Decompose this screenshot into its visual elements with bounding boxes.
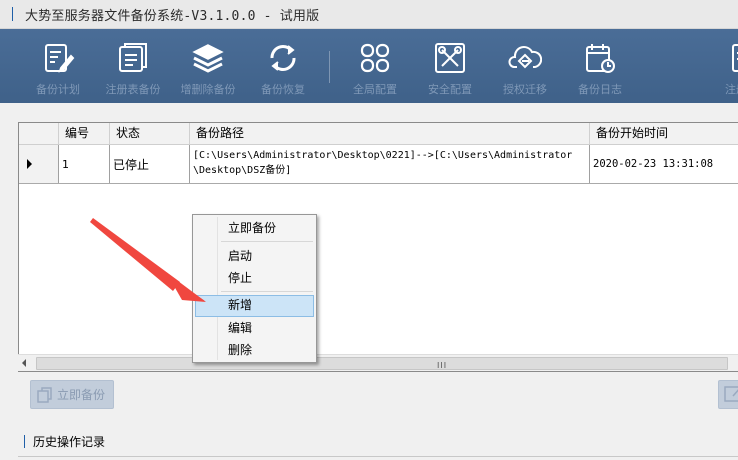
toolbar-button-incremental-backup[interactable]: 增删除备份 — [175, 29, 241, 103]
history-section-header: 历史操作记录 — [24, 432, 105, 450]
cell-status: 已停止 — [110, 145, 190, 183]
toolbar-button-security-config[interactable]: 安全配置 — [417, 29, 483, 103]
cloud-transfer-icon — [508, 46, 542, 69]
menu-item-add[interactable]: 新增 — [195, 295, 314, 317]
table-row[interactable]: 1 已停止 [C:\Users\Administrator\Desktop\02… — [19, 145, 738, 184]
row-selector[interactable] — [19, 145, 59, 183]
toolbar-button-backup-restore[interactable]: 备份恢复 — [250, 29, 316, 103]
toolbar-label: 全局配置 — [353, 83, 397, 96]
scrollbar-thumb[interactable]: III — [36, 357, 728, 370]
toolbar-label: 安全配置 — [428, 83, 472, 96]
edit-button[interactable] — [718, 380, 738, 409]
menu-item-backup-now[interactable]: 立即备份 — [195, 218, 314, 238]
cell-path: [C:\Users\Administrator\Desktop\0221]-->… — [190, 145, 590, 183]
toolbar-label: 授权迁移 — [503, 83, 547, 96]
cell-path-line: [C:\Users\Administrator\Desktop\0221]-->… — [193, 150, 573, 161]
toolbar-button-backup-plan[interactable]: 备份计划 — [25, 29, 91, 103]
sync-refresh-icon — [270, 45, 296, 71]
horizontal-scrollbar[interactable]: III — [18, 354, 738, 371]
backup-task-grid: 编号 状态 备份路径 备份开始时间 1 已停止 [C:\Users\Admini… — [18, 122, 738, 372]
backup-now-button[interactable]: 立即备份 — [30, 380, 114, 409]
toolbar-label: 备份日志 — [578, 83, 622, 96]
grid-header: 编号 状态 备份路径 备份开始时间 — [19, 123, 738, 145]
toolbar-button-register[interactable]: 注册 — [700, 29, 738, 103]
toolbar-label: 增删除备份 — [180, 83, 236, 96]
title-accent-mark — [12, 7, 13, 21]
menu-item-start[interactable]: 启动 — [195, 246, 314, 266]
history-divider — [18, 456, 738, 457]
toolbar-label: 备份恢复 — [261, 83, 305, 96]
toolbar-button-global-config[interactable]: 全局配置 — [342, 29, 408, 103]
toolbar-separator — [329, 51, 330, 83]
backup-now-label: 立即备份 — [57, 388, 106, 402]
scroll-left-arrow-icon[interactable] — [22, 359, 26, 367]
toolbar-button-registry-backup[interactable]: 注册表备份 — [100, 29, 166, 103]
menu-icon-gutter — [217, 217, 218, 360]
window-title: 大势至服务器文件备份系统-V3.1.0.0 - 试用版 — [25, 8, 320, 24]
toolbar-button-license-migration[interactable]: 授权迁移 — [492, 29, 558, 103]
menu-separator — [221, 241, 313, 242]
calendar-log-icon — [586, 44, 615, 73]
menu-separator — [221, 291, 313, 292]
column-header-id[interactable]: 编号 — [59, 123, 110, 144]
history-label: 历史操作记录 — [33, 434, 106, 449]
cell-path-line: \Desktop\DSZ备份] — [193, 165, 292, 176]
title-bar: 大势至服务器文件备份系统-V3.1.0.0 - 试用版 — [0, 0, 738, 29]
copy-icon — [37, 386, 52, 403]
tools-security-icon — [435, 43, 465, 73]
menu-item-delete[interactable]: 删除 — [195, 340, 314, 360]
column-header-start-time[interactable]: 备份开始时间 — [590, 123, 738, 144]
grid-settings-icon — [360, 43, 390, 73]
cell-id: 1 — [59, 145, 110, 183]
layers-stack-icon — [192, 44, 224, 73]
current-row-arrow-icon — [27, 159, 32, 169]
section-accent-mark — [24, 434, 25, 448]
column-header-path[interactable]: 备份路径 — [190, 123, 590, 144]
menu-item-stop[interactable]: 停止 — [195, 268, 314, 288]
column-header-status[interactable]: 状态 — [110, 123, 190, 144]
toolbar-label: 注册表备份 — [105, 83, 161, 96]
registry-document-icon — [119, 43, 147, 72]
edit-document-icon — [45, 44, 75, 73]
main-toolbar: 备份计划 注册表备份 增删除备份 备份恢复 全局配置 安全配置 授权迁移 备份日… — [0, 29, 738, 103]
cell-start-time: 2020-02-23 13:31:08 — [593, 158, 714, 170]
menu-item-edit[interactable]: 编辑 — [195, 318, 314, 338]
document-icon — [732, 44, 738, 72]
toolbar-label: 备份计划 — [36, 83, 80, 96]
context-menu: 立即备份 启动 停止 新增 编辑 删除 — [192, 214, 317, 363]
toolbar-button-backup-log[interactable]: 备份日志 — [567, 29, 633, 103]
edit-icon — [724, 386, 738, 402]
row-header-corner — [19, 123, 59, 144]
toolbar-label: 注册 — [725, 83, 738, 96]
scrollbar-grip: III — [437, 361, 448, 370]
